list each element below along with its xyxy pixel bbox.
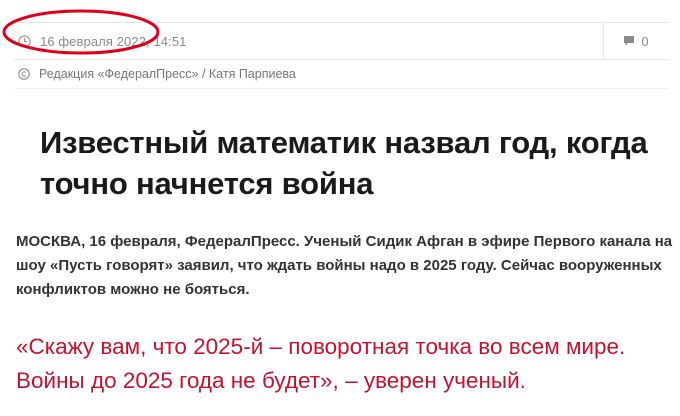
comments-link[interactable]: 0: [603, 23, 668, 59]
comment-icon: [624, 36, 635, 46]
article-lead: МОСКВА, 16 февраля, ФедералПресс. Ученый…: [16, 233, 673, 298]
clock-icon: [18, 34, 31, 48]
byline-authors: Редакция «ФедералПресс» / Катя Парпиева: [39, 67, 296, 81]
article-meta-bar: 16 февраля 2022, 14:51 0: [14, 22, 668, 60]
publish-date-text: 16 февраля 2022, 14:51: [40, 33, 187, 49]
comments-count: 0: [641, 33, 649, 49]
byline-divider: [14, 88, 668, 89]
article-headline: Известный математик назвал год, когда то…: [40, 125, 648, 201]
byline: Редакция «ФедералПресс» / Катя Парпиева: [18, 65, 296, 83]
publish-date: 16 февраля 2022, 14:51: [18, 23, 186, 59]
copyright-icon: [18, 68, 30, 80]
article-quote: «Скажу вам, что 2025-й – поворотная точк…: [16, 334, 626, 393]
